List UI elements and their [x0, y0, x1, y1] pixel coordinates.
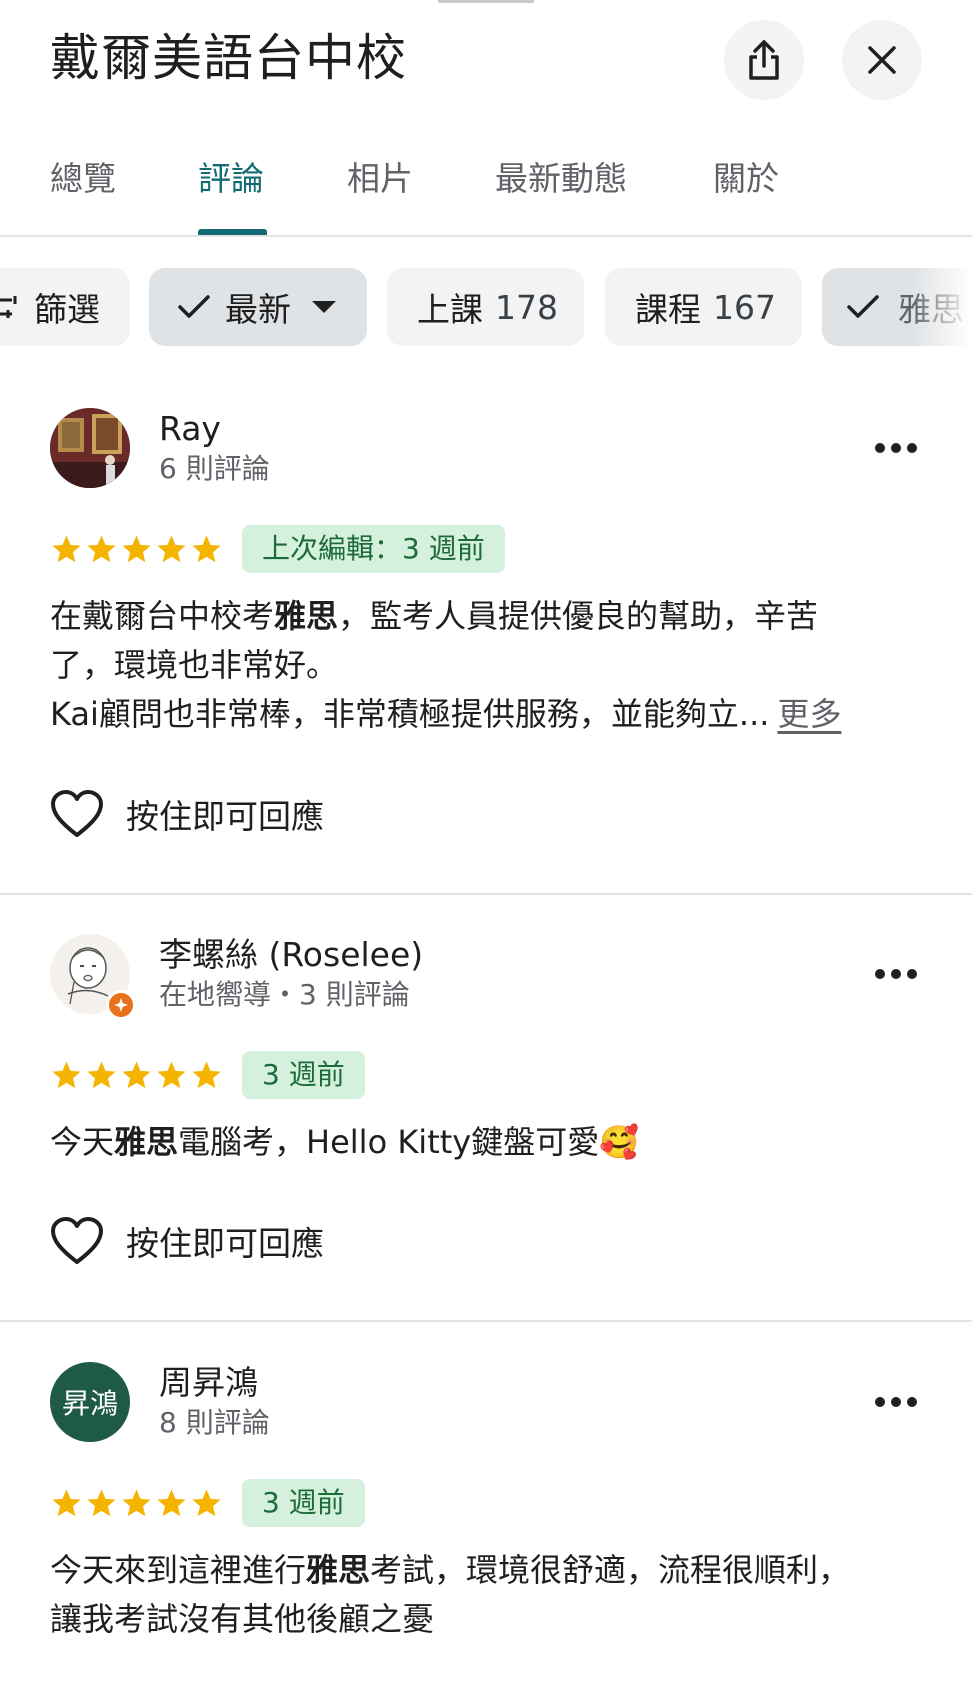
review-text-line: 今天來到這裡進行雅思考試，環境很舒適，流程很順利，	[50, 1551, 851, 1589]
share-button[interactable]	[724, 20, 804, 100]
reviewer-meta: 6 則評論	[159, 452, 270, 485]
star-icon	[157, 1060, 186, 1088]
review-text: 在戴爾台中校考雅思，監考人員提供優良的幫助，辛苦 了，環境也非常好。 Kai顧問…	[50, 592, 922, 739]
reviewer-meta: 8 則評論	[159, 1406, 270, 1439]
avatar-initials: 昇鴻	[61, 1387, 118, 1420]
chip-row-fade	[912, 268, 972, 346]
star-icon	[52, 1488, 81, 1516]
review-divider	[0, 893, 972, 895]
more-dots-icon	[875, 969, 885, 979]
review-text-line: 了，環境也非常好。	[50, 646, 339, 684]
topic-chip-label: 上課	[417, 290, 483, 329]
tab-bar: 總覽 評論 相片 最新動態 關於	[0, 150, 972, 238]
local-guide-badge-icon	[106, 990, 136, 1020]
review-text-line: 在戴爾台中校考雅思，監考人員提供優良的幫助，辛苦	[50, 597, 819, 635]
reviewer-name[interactable]: 周昇鴻	[159, 1362, 258, 1404]
reviews-panel: 戴爾美語台中校 總覽 評論 相片 最新動態 關於 篩選 最新 上課 178 課程…	[0, 0, 972, 1685]
time-badge: 上次編輯：3 週前	[242, 525, 505, 573]
more-options-button[interactable]	[866, 954, 926, 994]
like-button[interactable]: 按住即可回應	[50, 786, 324, 842]
time-badge: 3 週前	[242, 1479, 365, 1527]
more-dots-icon	[875, 443, 885, 453]
star-rating	[50, 1483, 223, 1523]
like-label: 按住即可回應	[126, 1224, 324, 1263]
review-text: 今天來到這裡進行雅思考試，環境很舒適，流程很順利， 讓我考試沒有其他後顧之憂	[50, 1546, 922, 1644]
review-text: 今天雅思電腦考，Hello Kitty鍵盤可愛🥰	[50, 1118, 922, 1167]
close-button[interactable]	[842, 20, 922, 100]
filter-icon	[0, 296, 17, 318]
tab-about[interactable]: 關於	[713, 156, 779, 202]
star-icon	[87, 1060, 116, 1088]
star-icon	[122, 1060, 151, 1088]
avatar[interactable]	[50, 934, 136, 1020]
star-rating	[50, 1055, 223, 1095]
avatar-photo	[50, 408, 130, 488]
star-icon	[192, 1060, 221, 1088]
star-icon	[157, 1488, 186, 1516]
star-icon	[192, 1488, 221, 1516]
close-icon	[868, 46, 896, 74]
star-icon	[192, 534, 221, 562]
review-text-line: Kai顧問也非常棒，非常積極提供服務，並能夠立... 更多	[50, 695, 842, 733]
like-button[interactable]: 按住即可回應	[50, 1213, 324, 1269]
filter-chip-label: 篩選	[34, 290, 100, 329]
tabs-divider	[0, 235, 972, 237]
more-options-button[interactable]	[866, 1382, 926, 1422]
reviewer-name[interactable]: Ray	[159, 408, 221, 450]
topic-chip-course[interactable]: 課程 167	[605, 268, 802, 346]
review-divider	[0, 1320, 972, 1322]
check-icon	[178, 295, 210, 318]
more-options-button[interactable]	[866, 428, 926, 468]
star-icon	[87, 534, 116, 562]
dropdown-arrow-icon	[312, 301, 336, 313]
reviewer-name[interactable]: 李螺絲 (Roselee)	[159, 934, 423, 976]
time-badge: 3 週前	[242, 1051, 365, 1099]
star-icon	[52, 1060, 81, 1088]
check-icon	[847, 295, 879, 318]
review-text-line: 讓我考試沒有其他後顧之憂	[50, 1600, 435, 1638]
place-title: 戴爾美語台中校	[50, 29, 407, 87]
topic-chip-count: 178	[495, 287, 558, 327]
avatar[interactable]: 昇鴻	[50, 1362, 130, 1442]
star-icon	[87, 1488, 116, 1516]
like-label: 按住即可回應	[126, 797, 324, 836]
star-rating	[50, 529, 223, 569]
topic-chip-label: 課程	[635, 290, 701, 329]
tab-reviews[interactable]: 評論	[198, 156, 264, 202]
more-dots-icon	[875, 1397, 885, 1407]
filter-chip[interactable]: 篩選	[0, 268, 130, 346]
star-icon	[122, 1488, 151, 1516]
topic-chip-class[interactable]: 上課 178	[387, 268, 584, 346]
sort-chip-label: 最新	[225, 290, 291, 329]
share-icon	[749, 40, 779, 80]
tab-overview[interactable]: 總覽	[50, 156, 116, 202]
read-more-link[interactable]: 更多	[777, 695, 841, 733]
drag-handle[interactable]	[438, 0, 534, 3]
star-icon	[52, 534, 81, 562]
star-icon	[122, 534, 151, 562]
reviewer-meta: 在地嚮導・3 則評論	[159, 978, 410, 1011]
sort-chip[interactable]: 最新	[149, 268, 367, 346]
heart-icon	[51, 790, 103, 837]
heart-icon	[51, 1217, 103, 1264]
topic-chip-count: 167	[713, 287, 776, 327]
tab-photos[interactable]: 相片	[347, 156, 413, 202]
star-icon	[157, 534, 186, 562]
filter-chip-row: 篩選 最新 上課 178 課程 167 雅思	[0, 268, 972, 348]
avatar[interactable]	[50, 408, 130, 488]
review-text-line: 今天雅思電腦考，Hello Kitty鍵盤可愛🥰	[50, 1123, 640, 1161]
tab-updates[interactable]: 最新動態	[495, 156, 627, 202]
